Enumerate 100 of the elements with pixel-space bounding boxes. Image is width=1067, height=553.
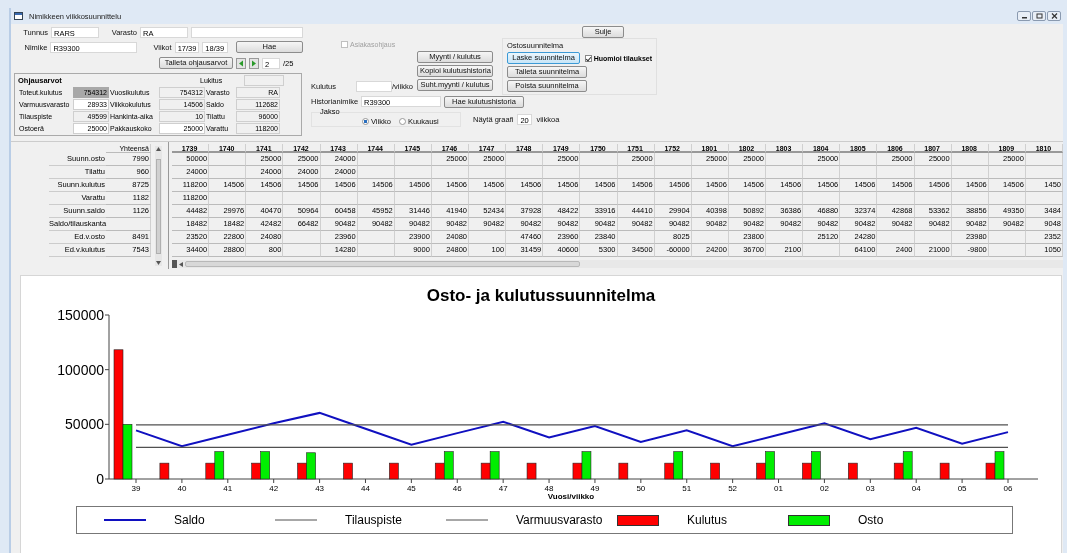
scrollbar-thumb[interactable] <box>185 261 580 267</box>
bar <box>343 462 353 480</box>
table-cell <box>283 244 321 257</box>
legend-label: Kulutus <box>687 513 728 527</box>
table-cell <box>803 192 841 205</box>
bar <box>848 462 858 480</box>
x-tick-label: 05 <box>957 484 967 493</box>
table-cell <box>691 231 729 244</box>
table-cell <box>357 192 395 205</box>
table-cell <box>728 192 766 205</box>
left-arrow-icon <box>179 261 183 267</box>
table-cell <box>803 166 841 179</box>
table-cell <box>357 244 395 257</box>
table-cell <box>431 192 469 205</box>
x-tick-label: 44 <box>361 484 370 493</box>
down-arrow-icon <box>156 261 161 265</box>
restore-icon <box>1035 13 1043 19</box>
table-cell <box>691 192 729 205</box>
scrollbar-thumb[interactable] <box>156 158 161 254</box>
table-cell <box>988 244 1026 257</box>
table-cell <box>877 166 915 179</box>
table-cell <box>840 153 878 166</box>
table-cell <box>431 166 469 179</box>
table-cell <box>951 192 989 205</box>
table-cell <box>469 231 507 244</box>
next-button[interactable] <box>249 57 259 69</box>
x-tick-label: 49 <box>590 484 600 493</box>
x-tick-label: 01 <box>774 484 783 493</box>
table-cell <box>766 192 804 205</box>
x-tick-label: 02 <box>819 484 829 493</box>
table-cell <box>803 244 841 257</box>
table-cell <box>951 153 989 166</box>
table-cell <box>357 231 395 244</box>
table-cell <box>394 153 432 166</box>
table-cell <box>654 166 692 179</box>
table-cell <box>580 192 618 205</box>
table-cell <box>209 192 247 205</box>
table-cell <box>209 166 247 179</box>
legend-label: Saldo <box>174 513 205 527</box>
table-cell <box>728 166 766 179</box>
table-cell <box>951 166 989 179</box>
bar <box>710 462 720 480</box>
table-cell <box>840 166 878 179</box>
include-orders-checkbox[interactable] <box>585 54 592 62</box>
scrollbar-button[interactable] <box>172 260 177 268</box>
up-arrow-icon <box>156 147 161 151</box>
legend-label: Varmuusvarasto <box>516 513 603 527</box>
table-cell <box>543 192 581 205</box>
x-tick-label: 40 <box>177 484 187 493</box>
y-tick-label: 0 <box>96 471 104 487</box>
chart-title: Osto- ja kulutussuunnitelma <box>426 286 656 305</box>
table-cell <box>580 166 618 179</box>
x-tick-label: 42 <box>269 484 279 493</box>
legend-label: Tilauspiste <box>345 513 402 527</box>
table-cell <box>877 231 915 244</box>
kulutus-field[interactable] <box>356 81 392 92</box>
x-tick-label: 43 <box>315 484 325 493</box>
bar <box>939 462 950 480</box>
table-cell <box>469 166 507 179</box>
x-tick-label: 03 <box>865 484 875 493</box>
lock-field[interactable] <box>244 75 284 86</box>
close-button[interactable] <box>1047 11 1061 21</box>
y-tick-label: 150000 <box>57 307 104 323</box>
close-icon <box>1050 13 1058 19</box>
table-cell <box>914 166 952 179</box>
window-icon <box>14 12 23 20</box>
table-cell <box>617 231 655 244</box>
table-cell <box>654 153 692 166</box>
table-cell <box>283 192 321 205</box>
x-tick-label: 45 <box>406 484 416 493</box>
table-cell <box>106 218 151 231</box>
table-cell <box>617 166 655 179</box>
x-tick-label: 06 <box>1003 484 1013 493</box>
x-tick-label: 47 <box>498 484 508 493</box>
y-tick-label: 100000 <box>57 361 104 378</box>
left-arrow-icon <box>238 59 244 67</box>
bar <box>159 462 170 480</box>
table-cell <box>394 166 432 179</box>
radio-button[interactable] <box>362 117 369 125</box>
table-cell <box>320 192 358 205</box>
scrollbar[interactable] <box>172 260 1063 268</box>
x-tick-label: 51 <box>682 484 692 493</box>
radio-button[interactable] <box>398 117 406 125</box>
bar <box>618 462 629 480</box>
table-cell <box>1025 153 1063 166</box>
table-cell <box>469 192 507 205</box>
previous-button[interactable] <box>236 57 246 69</box>
minimize-button[interactable] <box>1017 11 1031 21</box>
scrollbar[interactable] <box>155 146 162 266</box>
varasto-name-field[interactable] <box>191 26 303 38</box>
table-cell <box>691 166 729 179</box>
table-cell <box>209 153 247 166</box>
table-cell <box>766 166 804 179</box>
x-tick-label: 50 <box>636 484 646 493</box>
table-cell <box>914 192 952 205</box>
table-cell <box>543 166 581 179</box>
x-tick-label: 39 <box>131 484 141 493</box>
restore-button[interactable] <box>1032 11 1046 21</box>
table-cell <box>1025 192 1063 205</box>
table-cell <box>246 192 284 205</box>
